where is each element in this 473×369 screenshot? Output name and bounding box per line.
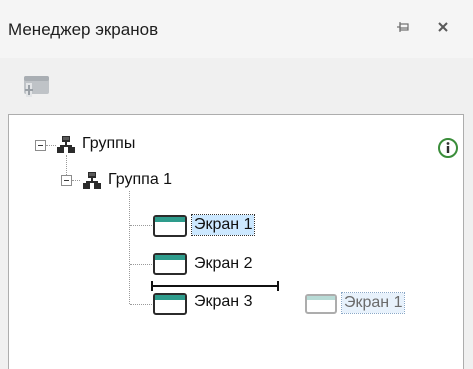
close-icon[interactable]: [432, 16, 454, 38]
tree-node-screen-1[interactable]: Экран 1: [190, 214, 256, 236]
window-icon: [153, 253, 187, 280]
tree-connector: [129, 191, 130, 304]
window-icon: [305, 294, 337, 319]
group-collapse-toggle[interactable]: [61, 175, 72, 186]
add-screen-icon: [24, 76, 49, 97]
tree-connector: [130, 304, 152, 305]
screen-manager-panel: Менеджер экранов Группы Группа 1 Экран 1…: [0, 0, 473, 369]
tree-connector: [46, 145, 56, 146]
tree-node-screen-3[interactable]: Экран 3: [194, 292, 252, 312]
toolbar: [0, 58, 473, 110]
drag-ghost-label: Экран 1: [340, 292, 406, 314]
root-collapse-toggle[interactable]: [35, 140, 46, 151]
window-icon: [153, 293, 187, 320]
panel-title: Менеджер экранов: [8, 20, 159, 39]
network-group-icon: [82, 171, 102, 196]
tree-connector: [130, 225, 152, 226]
drop-insert-marker: [151, 281, 279, 291]
screen-tree: [8, 114, 464, 369]
tree-connector: [66, 155, 67, 175]
tree-connector: [72, 180, 80, 181]
window-icon: [153, 215, 187, 242]
panel-header: Менеджер экранов: [0, 0, 473, 58]
add-screen-button[interactable]: [22, 74, 52, 100]
info-icon[interactable]: [437, 137, 459, 159]
pin-icon[interactable]: [392, 16, 414, 38]
tree-node-root[interactable]: Группы: [82, 134, 135, 154]
tree-node-group[interactable]: Группа 1: [108, 170, 172, 190]
tree-connector: [130, 264, 152, 265]
tree-node-screen-2[interactable]: Экран 2: [194, 254, 252, 274]
